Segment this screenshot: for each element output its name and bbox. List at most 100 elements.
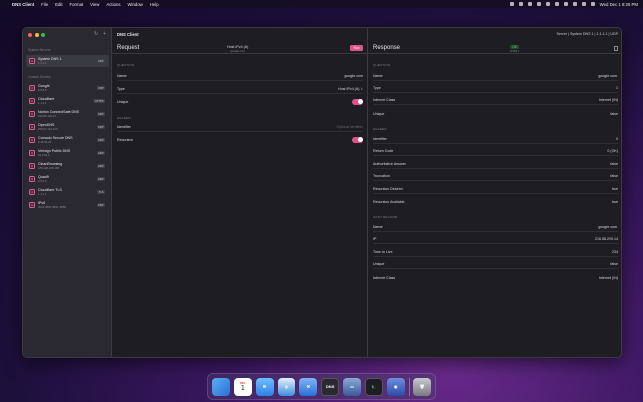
- server-address: 208.67.222.220: [38, 127, 58, 132]
- terminal-icon[interactable]: $_: [364, 377, 383, 396]
- row-label: IP: [373, 237, 377, 241]
- simulator-icon[interactable]: ▭: [343, 377, 361, 396]
- question-group-label: QUESTION: [117, 63, 135, 67]
- request-recursive-row: Recursive: [117, 135, 363, 144]
- menu-file[interactable]: File: [41, 2, 48, 7]
- name-input[interactable]: google.com: [344, 74, 363, 78]
- sidebar-item-system-dns-1[interactable]: Ω System DNS 1 1.1.1.1 UDP: [26, 55, 109, 67]
- server-icon: Ω: [29, 98, 35, 104]
- request-panel: DNS Client Request Host IPv4 (A) google.…: [112, 28, 368, 357]
- server-icon: Ω: [29, 85, 35, 91]
- server-address: 185.228.168.168: [38, 166, 59, 171]
- identifier-input[interactable]: Optional Identifier: [336, 125, 363, 129]
- request-title: Request: [117, 45, 140, 51]
- sidebar-item-cloudflare[interactable]: Ω Cloudflare 1.1.1.1 HTTPS: [26, 95, 109, 107]
- sidebar-item-ipv6[interactable]: Ω IPv6 2001:4860:4860::8888 UDP: [26, 199, 109, 211]
- elapsed-time: 0.003 s: [510, 49, 520, 54]
- table-row: Time to Live 234: [373, 248, 618, 257]
- search-icon[interactable]: [581, 2, 586, 6]
- row-value: Internet (IN): [598, 275, 618, 280]
- server-icon: Ω: [29, 137, 35, 143]
- row-value: true: [611, 187, 618, 191]
- zoom-button[interactable]: [41, 33, 45, 37]
- status-icon[interactable]: [545, 2, 550, 6]
- server-address: 1.1.1.1: [38, 192, 47, 197]
- menu-window[interactable]: Window: [128, 2, 143, 7]
- sidebar-item-quad9[interactable]: Ω Quad9 9.9.9.9 UDP: [26, 173, 109, 185]
- sidebar-item-norton[interactable]: Ω Norton ConnectSafe DNS 199.85.126.10 UD…: [26, 108, 109, 120]
- response-panel: Server | System DNS 1 | 1.1.1.1 | UDP Re…: [368, 28, 621, 357]
- type-select[interactable]: Host IPv4 (A)⇕: [338, 87, 363, 91]
- control-center-icon[interactable]: [590, 2, 595, 6]
- server-name: Quad9: [38, 174, 49, 179]
- row-label: Recursion Available: [373, 199, 405, 204]
- system-servers-title: System Servers: [28, 48, 51, 52]
- request-unique-row: Unique: [117, 97, 363, 106]
- status-icon[interactable]: [554, 2, 559, 6]
- menu-format[interactable]: Format: [70, 2, 84, 7]
- sidebar: ↻ + System Servers Ω System DNS 1 1.1.1.…: [23, 28, 112, 357]
- refresh-icon[interactable]: ↻: [94, 31, 98, 37]
- sidebar-item-verisign[interactable]: Ω Verisign Public DNS 64.6.64.6 UDP: [26, 147, 109, 159]
- status-icon[interactable]: [518, 2, 523, 6]
- row-value: 0 (OK): [607, 149, 618, 153]
- row-value: false: [610, 111, 618, 116]
- share-icon[interactable]: [614, 46, 618, 51]
- row-value: false: [610, 162, 618, 166]
- menu-help[interactable]: Help: [150, 2, 159, 7]
- xcode-icon[interactable]: ⚒: [299, 377, 318, 396]
- server-icon: Ω: [29, 163, 35, 169]
- row-label: Unique: [373, 262, 385, 266]
- server-address: 1.1.1.1: [38, 101, 47, 106]
- sidebar-item-cleanbrowsing[interactable]: Ω CleanBrowsing 185.228.168.168 UDP: [26, 160, 109, 172]
- menu-clock[interactable]: Wed Dec 1 8:26 PM: [600, 2, 638, 7]
- unique-toggle[interactable]: [352, 98, 363, 105]
- window-title: DNS Client: [117, 32, 139, 37]
- sidebar-item-cloudflare-tls[interactable]: Ω Cloudflare TLS 1.1.1.1 TLS: [26, 186, 109, 198]
- menu-actions[interactable]: Actions: [106, 2, 120, 7]
- sidebar-item-opendns[interactable]: Ω OpenDNS 208.67.222.220 UDP: [26, 121, 109, 133]
- server-icon: Ω: [29, 111, 35, 117]
- server-address: 1.1.1.1: [38, 61, 47, 66]
- request-summary-name: google.com: [230, 49, 245, 53]
- server-name: Verisign Public DNS: [38, 148, 71, 153]
- status-area: Wed Dec 1 8:26 PM: [509, 2, 638, 7]
- server-name: CleanBrowsing: [38, 161, 63, 166]
- server-icon: Ω: [29, 150, 35, 156]
- dns-client-icon[interactable]: DNS: [321, 377, 340, 396]
- row-label: Name: [373, 225, 383, 229]
- minimize-button[interactable]: [34, 33, 39, 37]
- add-server-icon[interactable]: +: [103, 31, 106, 37]
- mail-icon[interactable]: ✉: [255, 377, 274, 396]
- name-label: Name: [117, 74, 127, 78]
- row-label: Identifier: [373, 137, 387, 141]
- wifi-icon[interactable]: [563, 2, 568, 6]
- dns-client-label: DNS: [325, 384, 335, 389]
- battery-icon[interactable]: [572, 2, 577, 6]
- run-button[interactable]: Run: [350, 45, 363, 51]
- menu-app-name[interactable]: DNS Client: [12, 2, 34, 7]
- safari-icon[interactable]: ◎: [277, 377, 296, 396]
- row-value: 216.58.209.14: [595, 237, 618, 241]
- request-type-row: Type Host IPv4 (A)⇕: [117, 85, 363, 94]
- close-button[interactable]: [28, 33, 32, 37]
- row-value: 0: [616, 137, 618, 141]
- instruments-icon[interactable]: ◉: [386, 377, 405, 396]
- calendar-icon[interactable]: DEC 1: [233, 377, 252, 396]
- window-controls: [28, 33, 45, 37]
- sidebar-item-comodo[interactable]: Ω Comodo Secure DNS 8.26.56.26 UDP: [26, 134, 109, 146]
- server-name: System DNS 1: [38, 56, 62, 61]
- row-value: true: [611, 199, 618, 204]
- sidebar-item-google[interactable]: Ω Google 8.8.8.8 UDP: [26, 82, 109, 94]
- recursive-toggle[interactable]: [352, 136, 363, 143]
- protocol-badge: UDP: [96, 151, 105, 155]
- protocol-badge: UDP: [96, 125, 105, 129]
- status-icon[interactable]: [509, 2, 514, 6]
- status-icon[interactable]: [527, 2, 532, 6]
- finder-icon[interactable]: [212, 377, 230, 396]
- status-icon[interactable]: [536, 2, 541, 6]
- trash-icon[interactable]: 🗑: [413, 377, 431, 396]
- menu-edit[interactable]: Edit: [55, 2, 62, 7]
- menu-view[interactable]: View: [90, 2, 99, 7]
- server-name: Norton ConnectSafe DNS: [38, 109, 80, 114]
